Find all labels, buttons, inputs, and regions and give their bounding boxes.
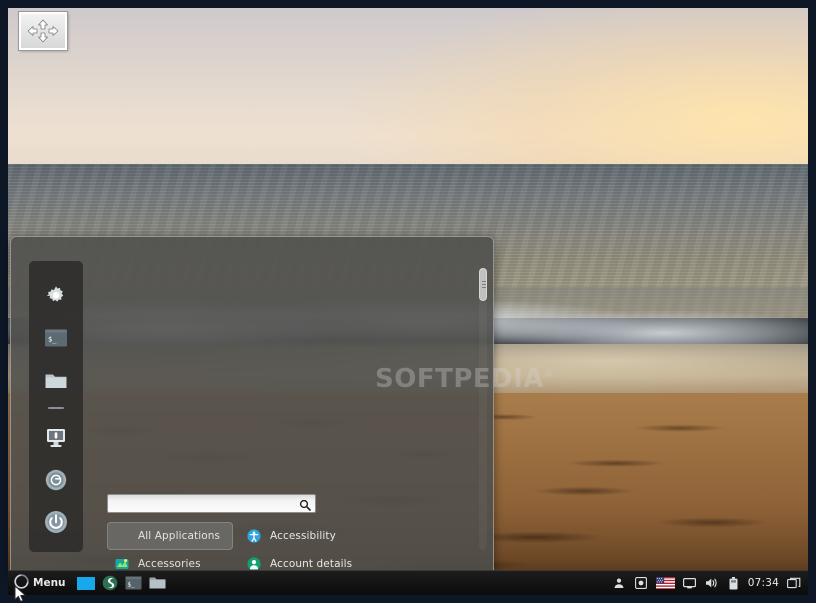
terminal-icon[interactable]: $_	[34, 317, 78, 359]
cinnamon-menu-icon	[14, 573, 29, 593]
logout-icon[interactable]	[34, 459, 78, 501]
home-folder-icon[interactable]	[34, 359, 78, 401]
keyboard-layout-flag-icon[interactable]	[655, 577, 675, 589]
wallpaper-sky	[8, 8, 808, 165]
application-menu-popup[interactable]: $_ All Applications Accessories Accessib…	[10, 236, 494, 578]
screenshot-icon[interactable]	[634, 576, 649, 591]
gear-icon	[46, 286, 64, 302]
taskbar-panel: Menu $_ 07:34	[8, 570, 808, 595]
logout-icon	[45, 469, 67, 491]
user-account-icon[interactable]	[612, 576, 627, 591]
app-accessibility[interactable]: Accessibility	[247, 522, 477, 550]
terminal-launcher[interactable]: $_	[122, 571, 146, 595]
category-icon-none	[115, 529, 129, 543]
svg-text:$_: $_	[48, 336, 57, 344]
menu-sidebar: $_	[29, 261, 83, 552]
battery-icon[interactable]	[726, 576, 741, 591]
magnifier-icon	[299, 499, 311, 511]
power-icon[interactable]	[34, 501, 78, 543]
system-settings-icon[interactable]	[34, 275, 78, 317]
search-input[interactable]	[112, 495, 293, 512]
app-label: Account details	[270, 558, 353, 570]
files-launcher[interactable]	[146, 571, 170, 595]
system-swirl-icon	[102, 575, 117, 591]
system-swirl-launcher[interactable]	[98, 571, 122, 595]
monitor-lock-icon	[47, 429, 65, 447]
desktop-resize-icon[interactable]	[19, 12, 67, 50]
lock-screen-icon[interactable]	[34, 417, 78, 459]
svg-text:$_: $_	[128, 582, 136, 589]
terminal-launcher-icon: $_	[125, 576, 142, 590]
menu-button-label: Menu	[33, 577, 66, 589]
workspace-switcher-icon	[76, 576, 95, 590]
sidebar-separator	[48, 407, 64, 409]
menu-scrollbar[interactable]	[479, 268, 487, 550]
accessories-icon	[115, 557, 129, 571]
files-launcher-icon	[149, 577, 166, 589]
menu-button[interactable]: Menu	[8, 571, 74, 595]
arrows-four-way-icon	[27, 19, 59, 43]
menu-scrollbar-thumb[interactable]	[479, 268, 487, 301]
terminal-icon: $_	[45, 329, 67, 347]
account-details-icon	[247, 557, 261, 571]
category-all-applications[interactable]: All Applications	[107, 522, 233, 550]
category-label: All Applications	[138, 530, 221, 542]
search-box[interactable]	[107, 494, 316, 513]
panel-left-section: Menu $_	[8, 571, 170, 595]
accessibility-icon	[247, 529, 261, 543]
search-bar[interactable]	[107, 494, 316, 513]
folder-icon	[45, 374, 67, 388]
panel-right-section: 07:34	[612, 571, 808, 595]
screen: $_ All Applications Accessories Accessib…	[0, 0, 816, 603]
power-icon	[45, 511, 67, 533]
app-label: Accessibility	[270, 530, 336, 542]
search-icon[interactable]	[298, 498, 311, 511]
volume-icon[interactable]	[704, 576, 719, 591]
clock[interactable]: 07:34	[748, 577, 779, 589]
display-icon[interactable]	[682, 576, 697, 591]
workspace-switcher[interactable]	[74, 571, 98, 595]
window-list-icon[interactable]	[786, 576, 801, 591]
category-label: Accessories	[138, 558, 201, 570]
